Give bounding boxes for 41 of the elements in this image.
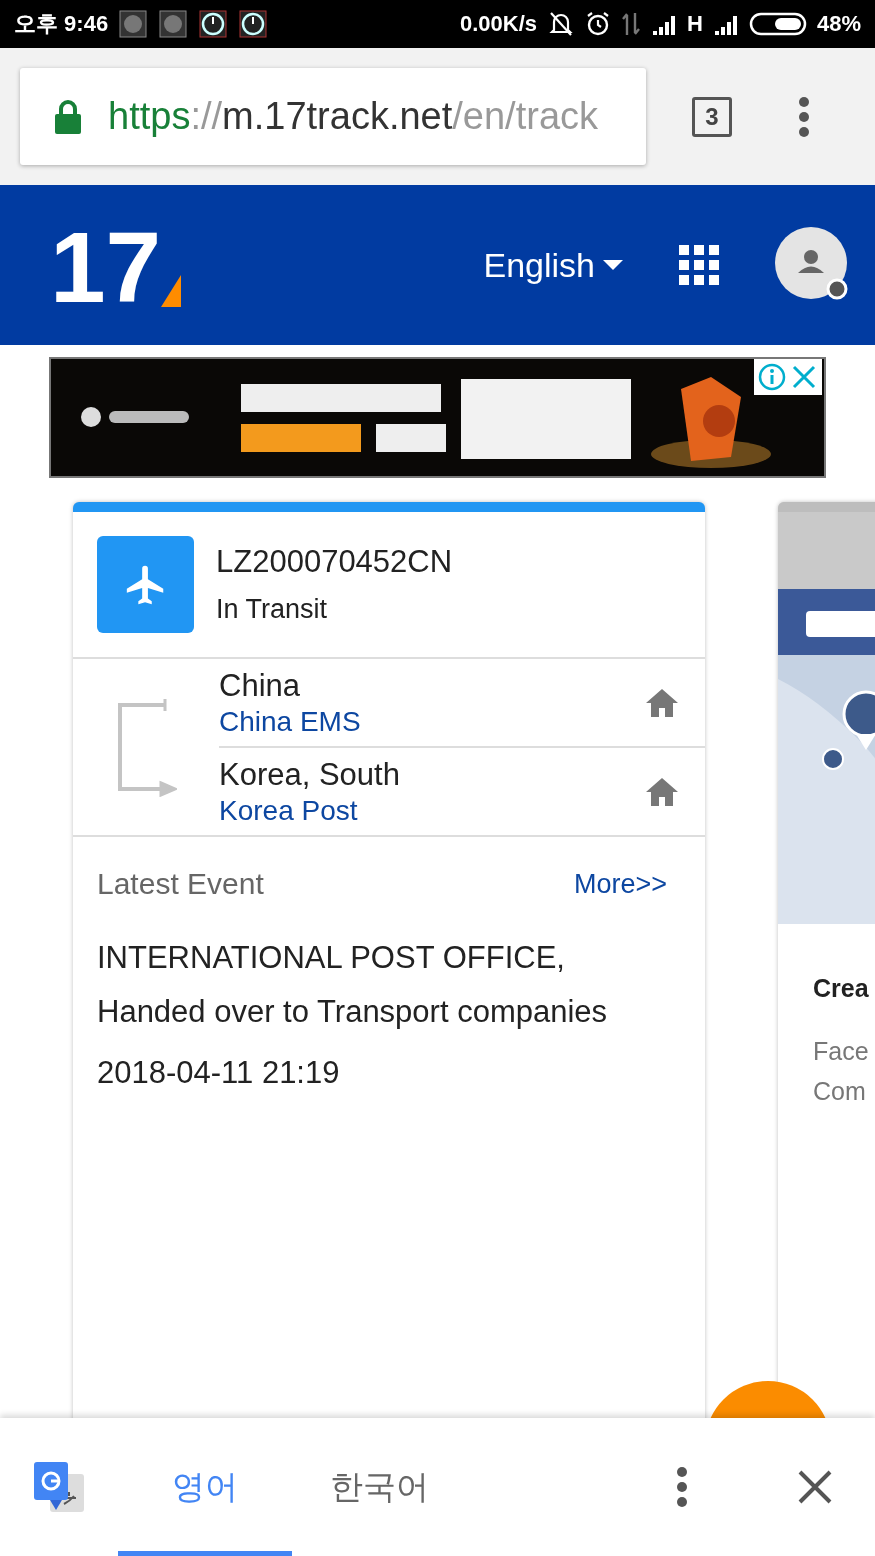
clock-time: 오후 9:46 <box>14 10 109 38</box>
caret-icon <box>603 260 623 270</box>
apps-grid-icon[interactable] <box>679 245 719 285</box>
logo-accent-icon <box>161 275 182 307</box>
translate-icon[interactable] <box>32 1460 86 1514</box>
event-description: INTERNATIONAL POST OFFICE, Handed over to Transport companies <box>97 939 609 1031</box>
carrier-link[interactable]: Korea Post <box>219 794 358 826</box>
network-speed: 0.00K/s <box>460 11 538 37</box>
tracking-number: LZ200070452CN <box>216 544 453 580</box>
more-link[interactable]: More>> <box>573 868 667 900</box>
info-icon[interactable] <box>758 363 786 391</box>
menu-icon[interactable] <box>798 96 810 137</box>
shipment-status: In Transit <box>216 594 329 625</box>
close-icon[interactable] <box>798 1470 832 1504</box>
carrier-link[interactable]: China EMS <box>219 705 361 737</box>
country-name: China <box>219 667 301 704</box>
card-title: Crea <box>813 974 869 1003</box>
menu-icon[interactable] <box>676 1467 688 1507</box>
address-bar[interactable]: https://m.17track.net/en/track <box>20 68 646 165</box>
url-text: https://m.17track.net/en/track <box>108 95 599 138</box>
lock-icon <box>54 99 82 134</box>
site-logo[interactable]: 17 <box>50 223 162 307</box>
app-notification-icon <box>118 9 149 39</box>
battery-icon <box>748 11 807 37</box>
section-title: Latest Event <box>97 867 264 901</box>
language-tab[interactable]: 영어 <box>118 1418 292 1556</box>
language-tab[interactable]: 한국어 <box>292 1418 466 1556</box>
stopwatch-icon <box>238 9 269 39</box>
network-type: H <box>687 11 703 37</box>
data-arrows-icon <box>621 11 642 37</box>
home-icon[interactable] <box>645 687 679 718</box>
battery-percent: 48% <box>816 11 861 37</box>
card-text: Com <box>813 1076 866 1107</box>
language-dropdown[interactable]: English <box>483 245 623 285</box>
country-name: Korea, South <box>219 756 401 793</box>
home-icon[interactable] <box>645 776 679 807</box>
tab-count-button[interactable]: 3 <box>692 96 732 137</box>
event-time: 2018-04-11 21:19 <box>97 1055 341 1091</box>
app-notification-icon <box>158 9 189 39</box>
card-text: Face <box>813 1036 869 1067</box>
stopwatch-icon <box>198 9 229 39</box>
